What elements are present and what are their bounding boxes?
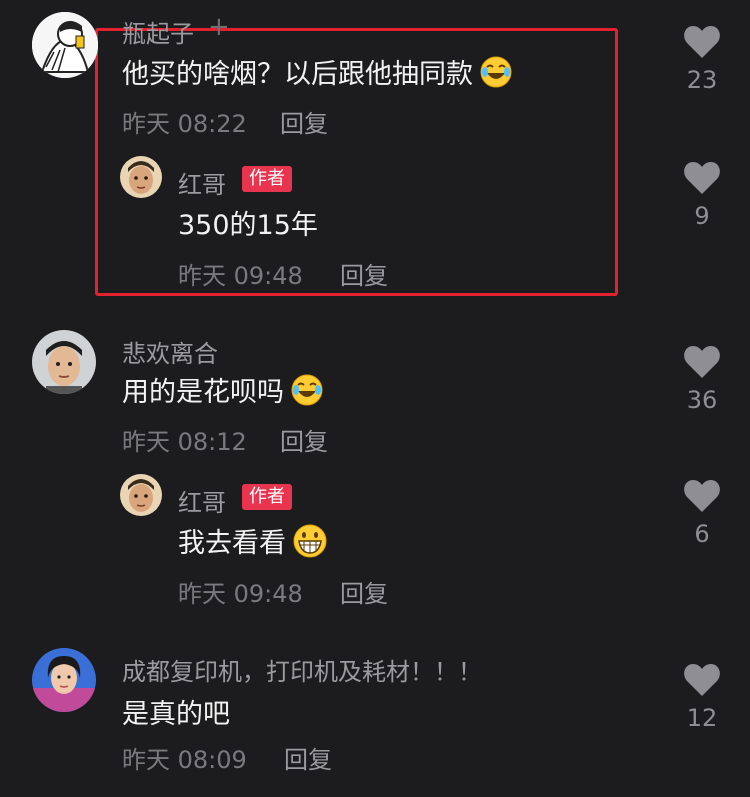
reply-button[interactable]: 回复 bbox=[280, 422, 328, 457]
avatar[interactable] bbox=[120, 156, 162, 198]
like-count: 6 bbox=[694, 520, 710, 548]
reply-button[interactable]: 回复 bbox=[284, 740, 332, 775]
like-count: 36 bbox=[686, 386, 718, 414]
like-count: 9 bbox=[694, 202, 710, 230]
reply-text: 350的15年 bbox=[178, 210, 318, 241]
comment-username[interactable]: 成都复印机，打印机及耗材！！！ bbox=[122, 652, 482, 687]
comment-time: 昨天 08:09 bbox=[122, 746, 247, 774]
reply-button[interactable]: 回复 bbox=[280, 104, 328, 139]
heart-icon bbox=[684, 26, 720, 58]
reply-time: 昨天 09:48 bbox=[178, 580, 303, 608]
laughing-crying-emoji bbox=[290, 373, 324, 414]
author-badge: 作者 bbox=[242, 166, 292, 192]
heart-icon bbox=[684, 664, 720, 696]
avatar[interactable] bbox=[32, 12, 98, 78]
reply-username[interactable]: 红哥 bbox=[178, 165, 226, 200]
follow-plus-icon[interactable]: + bbox=[208, 14, 230, 40]
comment-time: 昨天 08:22 bbox=[122, 110, 247, 138]
reply-button[interactable]: 回复 bbox=[340, 574, 388, 609]
heart-icon bbox=[684, 346, 720, 378]
like-button[interactable]: 36 bbox=[672, 344, 732, 414]
comment-text: 用的是花呗吗 bbox=[122, 370, 324, 414]
comment-text: 他买的啥烟？以后跟他抽同款 bbox=[122, 52, 513, 96]
laughing-crying-emoji bbox=[479, 55, 513, 96]
like-button[interactable]: 9 bbox=[672, 160, 732, 230]
reply-username[interactable]: 红哥 bbox=[178, 483, 226, 518]
avatar[interactable] bbox=[32, 648, 96, 712]
like-button[interactable]: 23 bbox=[672, 24, 732, 94]
comment-time: 昨天 08:12 bbox=[122, 428, 247, 456]
avatar[interactable] bbox=[32, 330, 96, 394]
grinning-emoji bbox=[292, 523, 328, 566]
like-count: 12 bbox=[686, 704, 718, 732]
avatar[interactable] bbox=[120, 474, 162, 516]
comment-text: 是真的吧 bbox=[122, 699, 230, 730]
heart-icon bbox=[684, 480, 720, 512]
heart-icon bbox=[684, 162, 720, 194]
like-button[interactable]: 6 bbox=[672, 478, 732, 548]
reply-text: 我去看看 bbox=[178, 521, 328, 566]
comment-username[interactable]: 悲欢离合 bbox=[122, 334, 218, 369]
comment-username[interactable]: 瓶起子 bbox=[122, 14, 194, 49]
reply-time: 昨天 09:48 bbox=[178, 262, 303, 290]
like-button[interactable]: 12 bbox=[672, 662, 732, 732]
reply-button[interactable]: 回复 bbox=[340, 256, 388, 291]
like-count: 23 bbox=[686, 66, 718, 94]
author-badge: 作者 bbox=[242, 484, 292, 510]
